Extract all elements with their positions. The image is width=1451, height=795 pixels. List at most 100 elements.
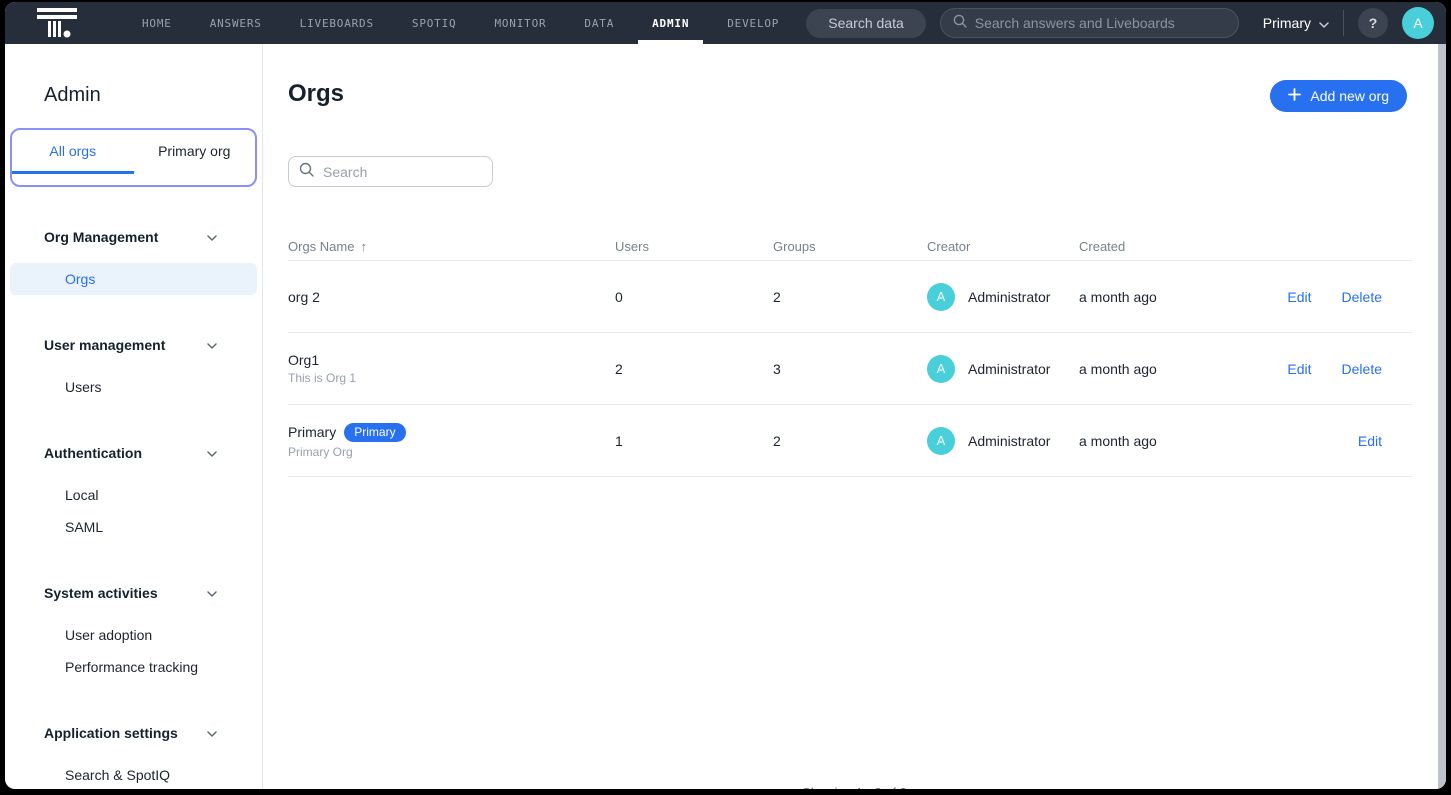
column-header-creator[interactable]: Creator <box>927 239 1079 254</box>
org-description: This is Org 1 <box>288 371 615 385</box>
column-header-created[interactable]: Created <box>1079 239 1252 254</box>
delete-link[interactable]: Delete <box>1342 289 1382 305</box>
sidebar-section-header-application-settings[interactable]: Application settings <box>5 723 262 743</box>
sidebar-section-header-org-management[interactable]: Org Management <box>5 227 262 247</box>
nav-item-spotiq[interactable]: SPOTIQ <box>393 2 476 44</box>
row-actions: Edit Delete <box>1252 361 1412 377</box>
orgs-page: Orgs Add new org Orgs Name↑User <box>263 44 1446 789</box>
search-icon <box>299 162 314 182</box>
sidebar-section-authentication: Authentication Local SAML <box>5 443 262 543</box>
column-header-groups[interactable]: Groups <box>773 239 927 254</box>
section-label: Application settings <box>44 725 207 741</box>
global-search-input[interactable] <box>975 15 1226 31</box>
creator-cell: AAdministrator <box>927 283 1079 311</box>
org-name-cell: PrimaryPrimary Primary Org <box>288 423 615 459</box>
sidebar-item-users[interactable]: Users <box>10 371 257 403</box>
creator-avatar: A <box>927 355 955 383</box>
table-row[interactable]: org 202AAdministratora month agoEditDele… <box>288 261 1412 333</box>
edit-link[interactable]: Edit <box>1287 289 1311 305</box>
table-row[interactable]: Org1 This is Org 123A Administrator a month… <box>288 333 1412 405</box>
users-count: 0 <box>615 289 773 305</box>
org-description: Primary Org <box>288 445 615 459</box>
thoughtspot-logo-icon[interactable] <box>35 7 79 40</box>
search-icon <box>953 14 967 33</box>
creator-name: Administrator <box>968 433 1050 449</box>
org-name-line: org 2 <box>288 289 615 305</box>
chevron-down-icon <box>207 444 217 462</box>
creator-avatar: A <box>927 427 955 455</box>
users-count: 2 <box>615 361 773 377</box>
edit-link[interactable]: Edit <box>1358 433 1382 449</box>
creator-cell: A Administrator <box>927 355 1079 383</box>
nav-right-group: Search data Primary ? A <box>806 7 1434 39</box>
user-avatar[interactable]: A <box>1402 7 1434 39</box>
sidebar-section-application-settings: Application settings Search & SpotIQ <box>5 723 262 789</box>
nav-item-home[interactable]: HOME <box>123 2 191 44</box>
sidebar-item-label: Local <box>65 487 98 503</box>
add-new-org-button[interactable]: Add new org <box>1270 80 1407 112</box>
orgs-search[interactable] <box>288 156 493 187</box>
tab-primary-org[interactable]: Primary org <box>134 130 256 172</box>
help-button[interactable]: ? <box>1358 8 1388 38</box>
sidebar-section-header-system-activities[interactable]: System activities <box>5 583 262 603</box>
admin-sidebar: Admin All orgs Primary org Org Managemen… <box>5 44 263 789</box>
org-name: Org1 <box>288 352 319 368</box>
created-date: a month ago <box>1079 433 1252 449</box>
org-switcher-dropdown[interactable]: Primary <box>1263 15 1329 31</box>
sidebar-item-label: Performance tracking <box>65 659 198 675</box>
column-header-orgs-name[interactable]: Orgs Name↑ <box>288 239 615 254</box>
section-label: System activities <box>44 585 207 601</box>
groups-count: 3 <box>773 361 927 377</box>
delete-link[interactable]: Delete <box>1342 361 1382 377</box>
sidebar-section-header-authentication[interactable]: Authentication <box>5 443 262 463</box>
table-body: org 202AAdministratora month agoEditDele… <box>288 261 1412 477</box>
chevron-down-icon <box>1319 15 1329 31</box>
column-header-label: Created <box>1079 239 1125 254</box>
pagination-text: Showing 1 - 3 of 3 <box>802 785 907 789</box>
app: HOMEANSWERSLIVEBOARDSSPOTIQMONITORDATAAD… <box>5 2 1446 789</box>
creator-name: Administrator <box>968 361 1050 377</box>
created-date: a month ago <box>1079 289 1252 305</box>
nav-item-liveboards[interactable]: LIVEBOARDS <box>281 2 393 44</box>
org-name-line: Org1 <box>288 352 615 368</box>
top-nav: HOMEANSWERSLIVEBOARDSSPOTIQMONITORDATAAD… <box>5 2 1446 44</box>
org-name: org 2 <box>288 289 320 305</box>
sidebar-item-search-spotiq[interactable]: Search & SpotIQ <box>10 759 257 789</box>
sidebar-section-header-user-management[interactable]: User management <box>5 335 262 355</box>
sidebar-item-saml[interactable]: SAML <box>10 511 257 543</box>
orgs-search-input[interactable] <box>323 164 482 180</box>
table-header: Orgs Name↑Users GroupsCreatorCreated <box>288 232 1412 261</box>
column-header-label: Users <box>615 239 649 254</box>
nav-item-monitor[interactable]: MONITOR <box>475 2 565 44</box>
global-search[interactable] <box>940 8 1239 38</box>
chevron-down-icon <box>207 724 217 742</box>
sidebar-item-local[interactable]: Local <box>10 479 257 511</box>
search-data-button[interactable]: Search data <box>806 9 926 38</box>
section-label: Org Management <box>44 229 207 245</box>
sidebar-item-orgs[interactable]: Orgs <box>10 263 257 295</box>
org-name-line: PrimaryPrimary <box>288 423 615 442</box>
table-row[interactable]: PrimaryPrimaryPrimary Org12AAdministrato… <box>288 405 1412 477</box>
edit-link[interactable]: Edit <box>1287 361 1311 377</box>
created-date: a month ago <box>1079 361 1252 377</box>
chevron-down-icon <box>207 584 217 602</box>
sidebar-item-performance-tracking[interactable]: Performance tracking <box>10 651 257 683</box>
users-count: 1 <box>615 433 773 449</box>
window-frame: HOMEANSWERSLIVEBOARDSSPOTIQMONITORDATAAD… <box>0 0 1451 795</box>
sidebar-item-label: User adoption <box>65 627 152 643</box>
sidebar-sections: Org Management Orgs User management Users Au… <box>5 227 262 789</box>
nav-item-data[interactable]: DATA <box>565 2 633 44</box>
sidebar-item-user-adoption[interactable]: User adoption <box>10 619 257 651</box>
page-body: Admin All orgs Primary org Org Managemen… <box>5 44 1446 789</box>
column-header-users[interactable]: Users <box>615 239 773 254</box>
sort-ascending-icon: ↑ <box>360 239 367 254</box>
nav-item-answers[interactable]: ANSWERS <box>191 2 281 44</box>
sidebar-section-org-management: Org Management Orgs <box>5 227 262 295</box>
nav-item-admin[interactable]: ADMIN <box>633 2 708 44</box>
org-switcher-label: Primary <box>1263 15 1311 31</box>
org-name-cell: org 2 <box>288 289 615 305</box>
vertical-scrollbar[interactable] <box>1438 44 1446 789</box>
tab-all-orgs[interactable]: All orgs <box>12 130 134 172</box>
nav-item-develop[interactable]: DEVELOP <box>708 2 798 44</box>
org-name-cell: Org1 This is Org 1 <box>288 352 615 385</box>
